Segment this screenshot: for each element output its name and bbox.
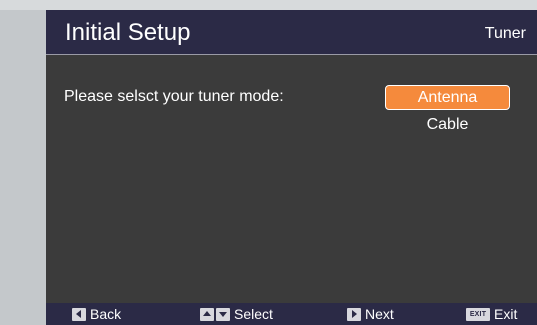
exit-label: Exit bbox=[494, 306, 518, 322]
page-title: Initial Setup bbox=[65, 19, 191, 46]
tuner-mode-prompt: Please selsct your tuner mode: bbox=[64, 88, 284, 105]
right-arrow-key-icon bbox=[347, 307, 361, 321]
footer-hints: Back Select Next EXIT Exit bbox=[46, 303, 537, 325]
left-arrow-key-icon bbox=[72, 307, 86, 321]
exit-hint[interactable]: EXIT Exit bbox=[466, 306, 517, 322]
setup-screen: Initial Setup Tuner Please selsct your t… bbox=[46, 10, 537, 325]
up-arrow-key-icon bbox=[200, 307, 214, 321]
down-arrow-key-icon bbox=[216, 307, 230, 321]
header-bar: Initial Setup Tuner bbox=[46, 10, 537, 55]
back-label: Back bbox=[90, 306, 122, 322]
back-hint[interactable]: Back bbox=[72, 306, 121, 322]
tv-frame: Initial Setup Tuner Please selsct your t… bbox=[0, 0, 537, 325]
next-hint[interactable]: Next bbox=[347, 306, 394, 322]
exit-key-icon: EXIT bbox=[466, 307, 490, 321]
option-antenna[interactable]: Antenna bbox=[385, 85, 510, 110]
option-cable[interactable]: Cable bbox=[385, 112, 510, 137]
select-hint[interactable]: Select bbox=[200, 306, 273, 322]
tuner-mode-options: Antenna Cable bbox=[385, 85, 510, 139]
select-label: Select bbox=[234, 306, 273, 322]
next-label: Next bbox=[365, 306, 394, 322]
top-bezel bbox=[0, 0, 537, 10]
section-label: Tuner bbox=[484, 25, 526, 42]
